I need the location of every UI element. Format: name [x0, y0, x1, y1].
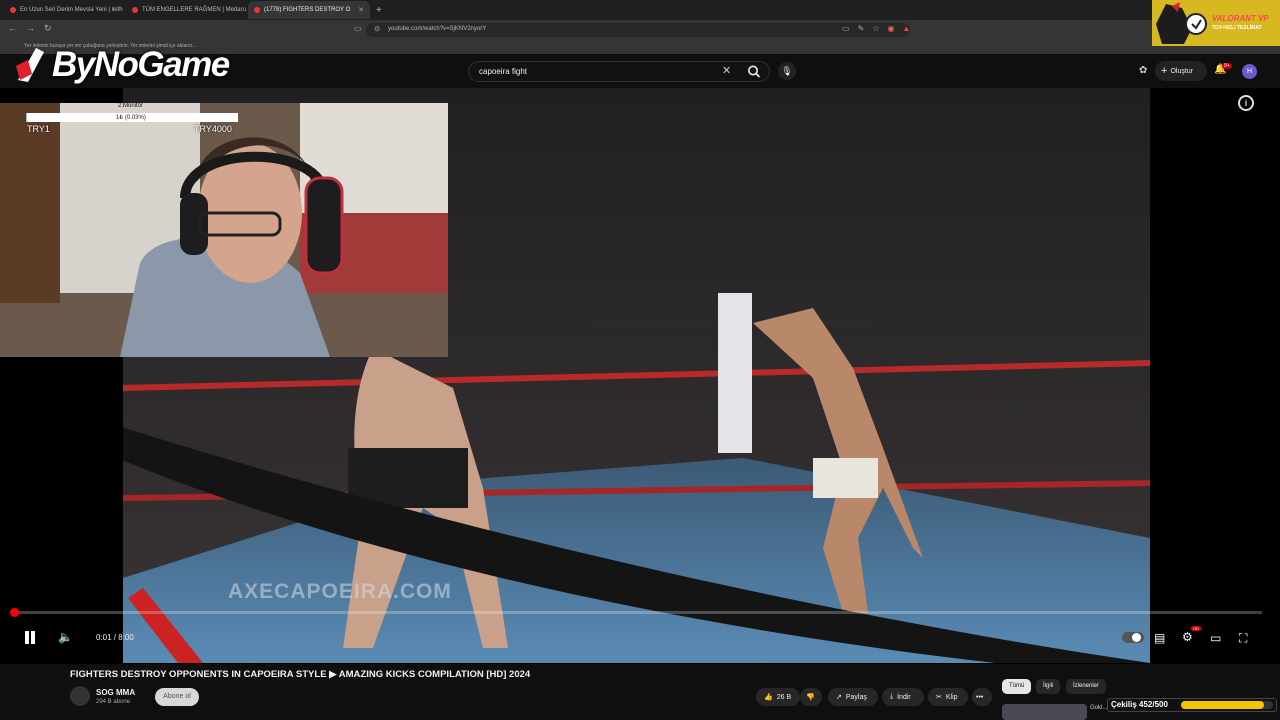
headset-left-cup [180, 193, 208, 255]
url-field[interactable]: ⚙ youtube.com/watch?v=SjKNV2nyorY [366, 23, 910, 37]
download-icon: ⤓ [890, 693, 894, 700]
pause-icon-bar [31, 631, 35, 644]
progress-scrubber[interactable] [10, 608, 19, 617]
toggle-knob [1132, 633, 1141, 642]
close-tab-icon[interactable]: ✕ [358, 6, 364, 14]
giveaway-progress-fill [1181, 701, 1265, 709]
browser-tab[interactable]: TÜM ENGELLERE RAĞMEN | Medaru✕ [126, 1, 248, 19]
alert-extension-icon[interactable]: ▲ [902, 24, 910, 33]
headset-right-cup [304, 176, 344, 275]
youtube-favicon-icon [132, 7, 138, 13]
browser-tab[interactable]: En Uzun Seri Derim Mevsla Yeni | leith✕ [4, 1, 126, 19]
fullscreen-icon[interactable]: ⛶ [1239, 631, 1247, 646]
extension-icons: ▭ ✎ ☆ ◉ ▲ [842, 24, 910, 33]
create-button[interactable]: + Oluştur [1155, 61, 1207, 81]
share-icon: ↗ [836, 694, 842, 701]
donation-goal-amount: 1₺ (0.03%) [116, 115, 146, 121]
giveaway-label: Çekiliş 452/500 [1111, 700, 1168, 709]
subscriber-count: 294 B abone [96, 699, 131, 705]
info-icon[interactable]: i [1238, 95, 1254, 111]
donation-goal-fill [26, 113, 27, 122]
search-icon[interactable] [744, 62, 764, 81]
donation-goal-min: TRY1 [27, 124, 50, 134]
reload-icon[interactable]: ↻ [44, 23, 52, 34]
gear-video-icon[interactable]: ✿ [1139, 65, 1147, 76]
like-button[interactable]: 👍 26 B [756, 688, 800, 706]
microphone-icon[interactable]: 🎙 [778, 62, 796, 80]
dislike-button[interactable]: 👎 [800, 688, 822, 706]
download-button[interactable]: ⤓ İndir [882, 688, 924, 706]
time-display: 0:01 / 8:00 [96, 633, 134, 642]
bynogame-logo-text: ByNoGame [52, 45, 230, 84]
back-icon[interactable]: ← [8, 23, 17, 34]
plus-icon: + [1161, 65, 1168, 77]
valorant-banner-subtitle: 7/24 HIZLI TESLİMAT [1212, 25, 1262, 31]
subscribe-button[interactable]: Abone ol [155, 688, 199, 706]
webcam-overlay [0, 103, 448, 357]
scissors-icon: ✂ [936, 694, 942, 701]
volume-icon[interactable]: 🔈 [58, 630, 73, 644]
bynogame-logo: ByNoGame [14, 40, 230, 90]
share-label: Paylaş [845, 693, 867, 701]
chip-related[interactable]: İlgili [1036, 679, 1061, 694]
tab-label: (1778) FIGHTERS DESTROY O [264, 7, 351, 13]
nav-buttons: ← → ↻ [8, 23, 52, 34]
bookmark-icon[interactable]: ▭ [354, 24, 362, 33]
subtitles-icon[interactable]: ▤ [1154, 631, 1165, 645]
autoplay-toggle[interactable] [1122, 632, 1144, 643]
corner-post-banner [718, 293, 752, 453]
right-fighter-shorts [813, 458, 878, 498]
create-label: Oluştur [1170, 67, 1193, 75]
bynogame-logo-mark-icon [16, 48, 44, 82]
share-button[interactable]: ↗ Paylaş [828, 688, 878, 706]
tab-label: En Uzun Seri Derim Mevsla Yeni | leith [20, 7, 123, 13]
more-actions-button[interactable]: ••• [972, 688, 992, 706]
thumbs-up-icon: 👍 [764, 694, 773, 701]
browser-tab-strip: En Uzun Seri Derim Mevsla Yeni | leith✕ … [0, 0, 1280, 20]
recommended-title[interactable]: Gokl... [1090, 705, 1107, 711]
hd-badge: HD [1191, 626, 1201, 631]
url-text: youtube.com/watch?v=SjKNV2nyorY [388, 26, 487, 32]
valorant-mascot-icon [1156, 2, 1207, 44]
valorant-vp-banner [1152, 0, 1280, 46]
browser-tab-active[interactable]: (1778) FIGHTERS DESTROY O ✕ [248, 1, 370, 19]
pause-icon-bar [25, 631, 29, 644]
video-watermark: AXECAPOEIRA.COM [228, 580, 452, 603]
clip-label: Klip [945, 693, 958, 701]
chip-watched[interactable]: İzlenenler [1066, 679, 1107, 694]
progress-track[interactable] [14, 611, 1262, 614]
tab-label: TÜM ENGELLERE RAĞMEN | Medaru [142, 7, 246, 13]
notification-count-badge: 9+ [1222, 63, 1232, 69]
pause-button[interactable] [22, 630, 38, 646]
star-icon[interactable]: ☆ [872, 24, 879, 33]
video-title: FIGHTERS DESTROY OPPONENTS IN CAPOEIRA S… [70, 669, 531, 680]
account-avatar[interactable]: H [1242, 64, 1257, 79]
youtube-favicon-icon [254, 7, 260, 13]
new-tab-icon[interactable]: + [376, 5, 382, 16]
youtube-favicon-icon [10, 7, 16, 13]
donation-goal-title: 2.Monitör [118, 103, 144, 109]
clear-search-icon[interactable]: ✕ [722, 64, 731, 77]
download-label: İndir [897, 693, 911, 701]
recommended-thumbnail[interactable] [1002, 704, 1087, 720]
theater-mode-icon[interactable]: ▭ [1210, 631, 1221, 645]
clip-button[interactable]: ✂ Klip [928, 688, 968, 706]
chip-all[interactable]: Tümü [1002, 679, 1032, 694]
valorant-banner-title: VALORANT VP [1212, 14, 1269, 23]
edit-icon[interactable]: ✎ [858, 24, 865, 33]
extension-icon[interactable]: ◉ [887, 24, 894, 33]
channel-name[interactable]: SOG MMA [96, 688, 135, 697]
channel-avatar[interactable] [70, 686, 90, 706]
settings-gear-icon[interactable]: ⚙ [1182, 630, 1193, 644]
thumbs-down-icon: 👎 [806, 694, 815, 701]
like-count: 26 B [776, 693, 792, 701]
forward-icon[interactable]: → [26, 23, 35, 34]
donation-goal-max: TRY4000 [194, 124, 232, 134]
site-info-icon[interactable]: ⚙ [374, 25, 380, 33]
cast-tab-icon[interactable]: ▭ [842, 24, 850, 33]
